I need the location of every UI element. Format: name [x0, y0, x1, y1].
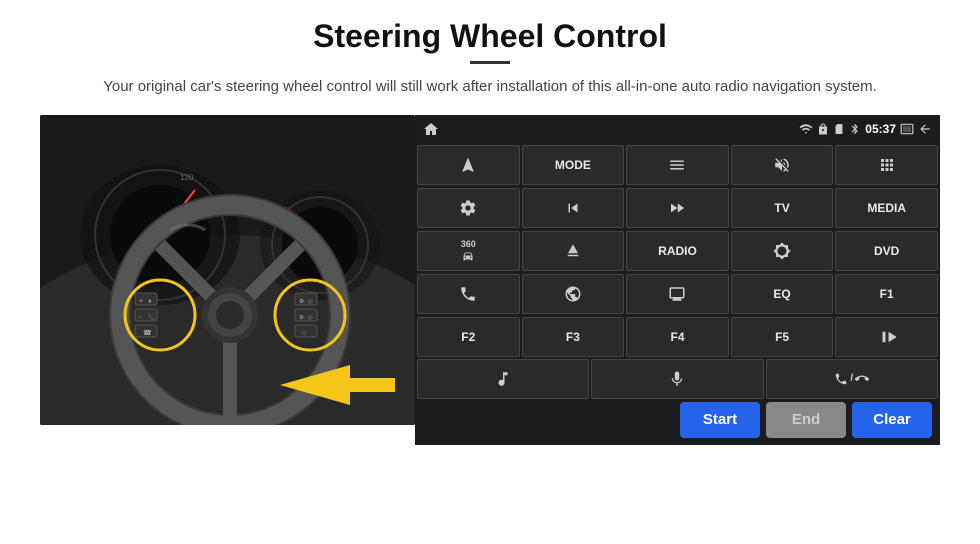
- btn-fastforward[interactable]: [626, 188, 729, 228]
- btn-screen[interactable]: [626, 274, 729, 314]
- btn-radio[interactable]: RADIO: [626, 231, 729, 271]
- btn-globe[interactable]: [522, 274, 625, 314]
- svg-text:○: ○: [302, 330, 306, 337]
- svg-text:⚙: ⚙: [299, 298, 304, 305]
- status-left: [423, 121, 439, 137]
- page-subtitle: Your original car's steering wheel contr…: [103, 76, 877, 99]
- btn-dvd[interactable]: DVD: [835, 231, 938, 271]
- btn-mic[interactable]: [591, 359, 763, 399]
- button-grid-row6: /: [415, 359, 940, 401]
- svg-text:⊕: ⊕: [299, 315, 304, 321]
- btn-mode[interactable]: MODE: [522, 145, 625, 185]
- btn-f5[interactable]: F5: [731, 317, 834, 357]
- screen-mirror-icon: [900, 122, 914, 136]
- btn-brightness[interactable]: [731, 231, 834, 271]
- wifi-icon: [799, 122, 813, 136]
- content-area: 0 80 120: [40, 115, 940, 445]
- lock-icon: [817, 123, 829, 135]
- end-button[interactable]: End: [766, 402, 846, 438]
- svg-text:☎: ☎: [143, 329, 152, 337]
- clear-button[interactable]: Clear: [852, 402, 932, 438]
- btn-apps[interactable]: [835, 145, 938, 185]
- btn-settings[interactable]: [417, 188, 520, 228]
- btn-music[interactable]: [417, 359, 589, 399]
- btn-f4[interactable]: F4: [626, 317, 729, 357]
- btn-360car[interactable]: 360: [417, 231, 520, 271]
- button-grid-row5: F2 F3 F4 F5: [415, 317, 940, 359]
- status-time: 05:37: [865, 122, 896, 136]
- btn-navigate[interactable]: [417, 145, 520, 185]
- btn-360-label: 360: [461, 239, 476, 249]
- btn-list[interactable]: [626, 145, 729, 185]
- button-panel: 05:37 MODE: [415, 115, 940, 445]
- btn-tv[interactable]: TV: [731, 188, 834, 228]
- back-arrow-icon: [918, 122, 932, 136]
- steering-wheel-image: 0 80 120: [40, 115, 415, 425]
- btn-eject[interactable]: [522, 231, 625, 271]
- button-grid-main: MODE TV: [415, 143, 940, 317]
- btn-phone[interactable]: [417, 274, 520, 314]
- svg-text:📞: 📞: [148, 313, 156, 321]
- svg-text:120: 120: [180, 173, 194, 182]
- bluetooth-icon: [849, 123, 861, 135]
- btn-playpause[interactable]: [835, 317, 938, 357]
- btn-f1[interactable]: F1: [835, 274, 938, 314]
- btn-mute[interactable]: [731, 145, 834, 185]
- btn-phone-answer[interactable]: /: [766, 359, 938, 399]
- sim-icon: [833, 123, 845, 135]
- footer-bar: Start End Clear: [415, 401, 940, 445]
- svg-text:⏸: ⏸: [148, 298, 152, 305]
- start-button[interactable]: Start: [680, 402, 760, 438]
- page: Steering Wheel Control Your original car…: [0, 0, 980, 544]
- svg-text:◇: ◇: [308, 299, 313, 305]
- btn-rewind[interactable]: [522, 188, 625, 228]
- svg-text:◇: ◇: [308, 315, 313, 321]
- svg-text:+: +: [139, 298, 143, 305]
- page-title: Steering Wheel Control: [313, 18, 667, 55]
- status-bar: 05:37: [415, 115, 940, 143]
- btn-f2[interactable]: F2: [417, 317, 520, 357]
- btn-eq[interactable]: EQ: [731, 274, 834, 314]
- btn-f3[interactable]: F3: [522, 317, 625, 357]
- title-divider: [470, 61, 510, 64]
- btn-media[interactable]: MEDIA: [835, 188, 938, 228]
- home-icon: [423, 121, 439, 137]
- status-right: 05:37: [799, 122, 932, 136]
